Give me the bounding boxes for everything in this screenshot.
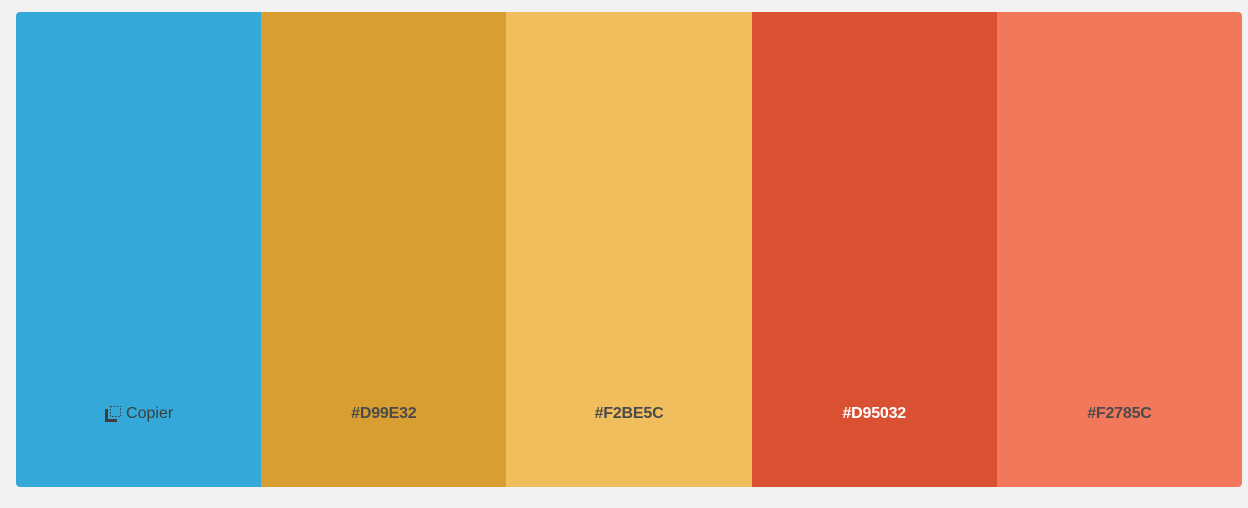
color-swatch-5[interactable]: #F2785C bbox=[996, 12, 1242, 487]
color-palette: Copier #D99E32 #F2BE5C #D95032 #F2785C bbox=[16, 12, 1242, 487]
copy-button[interactable]: Copier bbox=[16, 404, 261, 424]
hex-code-label: #F2785C bbox=[1087, 405, 1152, 422]
hex-code-label: #D95032 bbox=[842, 405, 906, 422]
color-swatch-1[interactable]: Copier bbox=[16, 12, 262, 487]
copy-icon bbox=[105, 406, 122, 422]
color-swatch-4[interactable]: #D95032 bbox=[751, 12, 997, 487]
copy-label: Copier bbox=[126, 405, 174, 422]
hex-code-label: #F2BE5C bbox=[594, 405, 664, 422]
color-swatch-3[interactable]: #F2BE5C bbox=[506, 12, 752, 487]
color-swatch-2[interactable]: #D99E32 bbox=[261, 12, 507, 487]
hex-code-label: #D99E32 bbox=[351, 405, 417, 422]
